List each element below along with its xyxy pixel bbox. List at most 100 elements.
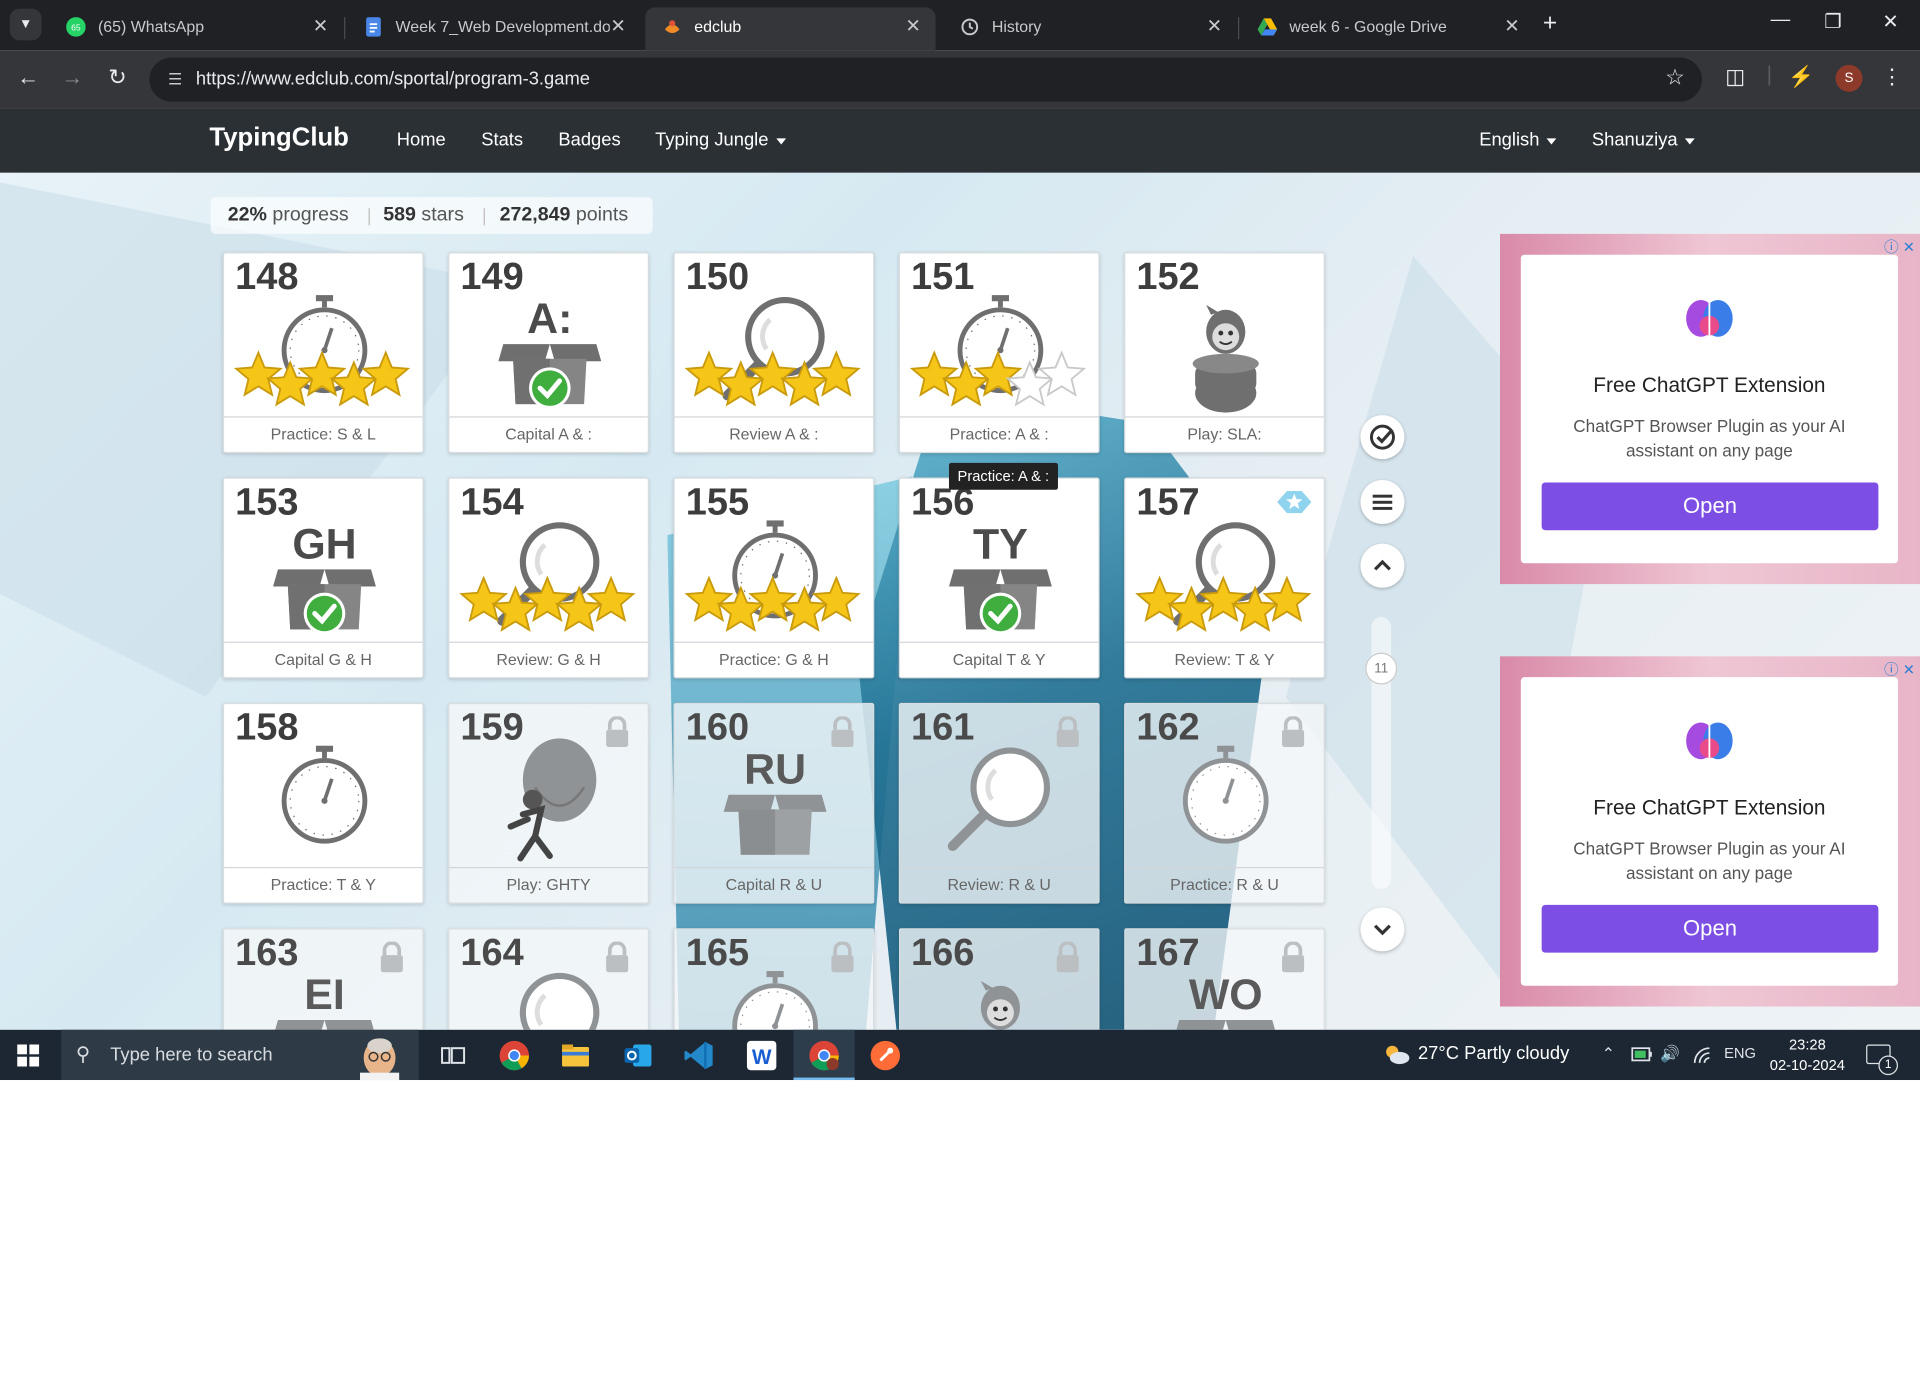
tab-title: Week 7_Web Development.docx xyxy=(396,17,610,35)
tab-search-button[interactable]: ▼ xyxy=(10,9,42,41)
ad-card[interactable]: Free ChatGPT Extension ChatGPT Browser P… xyxy=(1521,255,1898,564)
magnifier-icon xyxy=(900,738,1101,868)
lesson-letters: TY xyxy=(900,520,1101,569)
lesson-card[interactable]: 160RUCapital R & U xyxy=(673,703,874,904)
lesson-card[interactable]: 167WO xyxy=(1124,928,1325,1030)
address-bar[interactable]: ☰ https://www.edclub.com/sportal/program… xyxy=(149,58,1702,102)
star-rating xyxy=(900,349,1101,410)
menu-button[interactable] xyxy=(1360,480,1404,524)
lesson-card[interactable]: 165 xyxy=(673,928,874,1030)
star-filled-icon xyxy=(814,353,858,395)
task-view-icon[interactable] xyxy=(437,1040,469,1072)
tab-week7-doc[interactable]: Week 7_Web Development.docx ✕ xyxy=(347,7,641,50)
lesson-card[interactable]: 161Review: R & U xyxy=(899,703,1100,904)
lesson-card[interactable]: 150Review A & : xyxy=(673,252,874,453)
scroll-down-button[interactable] xyxy=(1360,907,1404,951)
brand-logo[interactable]: TypingClub xyxy=(209,124,348,153)
lesson-label: Practice: R & U xyxy=(1125,867,1323,903)
lesson-card[interactable]: 153GHCapital G & H xyxy=(223,478,424,679)
profile-avatar[interactable]: S xyxy=(1836,65,1863,92)
bookmark-star-icon[interactable]: ☆ xyxy=(1665,65,1685,91)
minimize-icon[interactable]: — xyxy=(1756,10,1805,32)
tab-close-icon[interactable]: ✕ xyxy=(313,15,328,37)
chrome-icon[interactable] xyxy=(498,1040,530,1072)
ad-card[interactable]: Free ChatGPT Extension ChatGPT Browser P… xyxy=(1521,677,1898,986)
extensions-icon[interactable]: ◫ xyxy=(1720,65,1749,89)
tab-history[interactable]: History ✕ xyxy=(943,7,1237,50)
lesson-card[interactable]: 159Play: GHTY xyxy=(448,703,649,904)
outlook-icon[interactable] xyxy=(622,1040,654,1072)
nav-stats[interactable]: Stats xyxy=(481,130,523,151)
tab-title: edclub xyxy=(694,17,908,35)
lesson-card[interactable]: 156TYCapital T & Y xyxy=(899,478,1100,679)
menu-icon xyxy=(1360,480,1404,524)
language-label: English xyxy=(1479,130,1539,151)
lesson-card[interactable]: 158Practice: T & Y xyxy=(223,703,424,904)
advertisement: ⓘ ✕ Free ChatGPT Extension ChatGPT Brows… xyxy=(1500,656,1920,1006)
lesson-label: Review: T & Y xyxy=(1125,642,1323,678)
check-progress-button[interactable] xyxy=(1360,415,1404,459)
lesson-tooltip: Practice: A & : xyxy=(949,463,1058,490)
windows-start-icon[interactable] xyxy=(17,1044,39,1066)
site-info-icon[interactable]: ☰ xyxy=(164,69,186,91)
partly-cloudy-icon xyxy=(1381,1043,1410,1065)
chrome-profile-icon[interactable] xyxy=(808,1040,840,1072)
reload-icon[interactable]: ↻ xyxy=(102,65,134,91)
lesson-card[interactable]: 149A:Capital A & : xyxy=(448,252,649,453)
postman-icon[interactable] xyxy=(869,1040,901,1072)
ad-open-button[interactable]: Open xyxy=(1542,905,1879,953)
star-filled-icon xyxy=(912,353,956,395)
star-filled-icon xyxy=(525,578,569,620)
lesson-card[interactable]: 162Practice: R & U xyxy=(1124,703,1325,904)
url-text[interactable]: https://www.edclub.com/sportal/program-3… xyxy=(196,69,590,90)
forward-icon[interactable]: → xyxy=(56,65,88,91)
word-app-icon[interactable]: W xyxy=(746,1040,778,1072)
lesson-card[interactable]: 157Review: T & Y xyxy=(1124,478,1325,679)
wifi-icon[interactable] xyxy=(1692,1046,1714,1066)
star-filled-icon xyxy=(364,353,408,395)
window-close-icon[interactable]: ✕ xyxy=(1866,10,1915,34)
tab-close-icon[interactable]: ✕ xyxy=(1504,15,1519,37)
tab-close-icon[interactable]: ✕ xyxy=(1207,15,1222,37)
edclub-icon xyxy=(662,17,682,37)
back-icon[interactable]: ← xyxy=(12,65,44,91)
lesson-label: Capital G & H xyxy=(224,642,422,678)
tab-close-icon[interactable]: ✕ xyxy=(905,15,920,37)
user-menu[interactable]: Shanuziya xyxy=(1592,130,1695,151)
tab-google-drive[interactable]: week 6 - Google Drive ✕ xyxy=(1240,7,1534,50)
lesson-card[interactable]: 154Review: G & H xyxy=(448,478,649,679)
tray-chevron-up-icon[interactable]: ⌃ xyxy=(1602,1044,1615,1064)
restore-icon[interactable]: ❐ xyxy=(1809,10,1858,34)
browser-menu-icon[interactable]: ⋮ xyxy=(1877,65,1906,89)
battery-icon[interactable] xyxy=(1631,1046,1653,1063)
lesson-card[interactable]: 166 xyxy=(899,928,1100,1030)
lock-icon xyxy=(604,716,631,754)
lesson-card[interactable]: 163EI xyxy=(223,928,424,1030)
weather-widget[interactable]: 27°C Partly cloudy xyxy=(1381,1043,1569,1065)
ad-open-button[interactable]: Open xyxy=(1542,482,1879,530)
tab-close-icon[interactable]: ✕ xyxy=(610,15,625,37)
lesson-card[interactable]: 155Practice: G & H xyxy=(673,478,874,679)
tab-whatsapp[interactable]: 65 (65) WhatsApp ✕ xyxy=(49,7,343,50)
lesson-card[interactable]: 164 xyxy=(448,928,649,1030)
nav-typing-jungle[interactable]: Typing Jungle xyxy=(655,130,786,151)
tab-edclub[interactable]: edclub ✕ xyxy=(645,7,935,50)
chevron-up-icon xyxy=(1360,544,1404,588)
input-language[interactable]: ENG xyxy=(1724,1044,1756,1061)
level-indicator[interactable]: 11 xyxy=(1365,653,1397,685)
taskbar-search[interactable]: ⚲ Type here to search xyxy=(61,1030,419,1080)
performance-icon[interactable]: ⚡ xyxy=(1787,65,1816,89)
lesson-card[interactable]: 148Practice: S & L xyxy=(223,252,424,453)
nav-badges[interactable]: Badges xyxy=(558,130,620,151)
scroll-up-button[interactable] xyxy=(1360,544,1404,588)
system-clock[interactable]: 23:2802-10-2024 xyxy=(1763,1035,1851,1077)
file-explorer-icon[interactable] xyxy=(560,1040,592,1072)
new-tab-button[interactable]: + xyxy=(1543,10,1557,38)
volume-icon[interactable]: 🔊 xyxy=(1660,1044,1680,1064)
lesson-card[interactable]: 151Practice: A & : xyxy=(899,252,1100,453)
language-menu[interactable]: English xyxy=(1479,130,1556,151)
lesson-card[interactable]: 152Play: SLA: xyxy=(1124,252,1325,453)
nav-home[interactable]: Home xyxy=(397,130,446,151)
google-docs-icon xyxy=(364,17,384,37)
vscode-icon[interactable] xyxy=(683,1040,715,1072)
